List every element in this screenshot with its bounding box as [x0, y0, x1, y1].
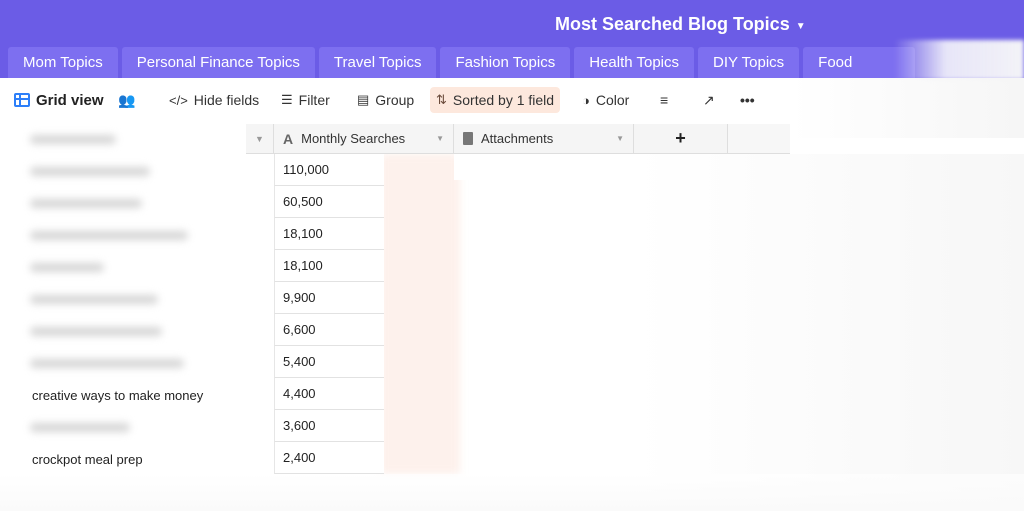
- topic-cell[interactable]: creative ways to make money: [24, 385, 212, 406]
- grid-view-label: Grid view: [36, 91, 104, 109]
- attachments-cell[interactable]: [454, 154, 634, 180]
- empty-grid-area: [634, 154, 1024, 511]
- blurred-region: [0, 474, 1024, 511]
- blurred-text: [30, 199, 142, 208]
- blurred-text: [30, 263, 104, 272]
- blurred-text: [30, 167, 150, 176]
- topic-cell[interactable]: crockpot meal prep: [24, 449, 151, 470]
- blurred-text: [30, 423, 130, 432]
- more-options-icon[interactable]: •••: [734, 87, 761, 113]
- filter-icon: ☰: [281, 92, 293, 107]
- column-header-topic[interactable]: ▼: [246, 124, 274, 154]
- tab-health-topics[interactable]: Health Topics: [574, 47, 695, 78]
- tab-diy-topics[interactable]: DIY Topics: [698, 47, 800, 78]
- row-height-icon[interactable]: ≡: [654, 87, 674, 113]
- chevron-down-icon: ▼: [436, 134, 444, 143]
- sort-icon: ⇅: [436, 92, 447, 107]
- add-field-button[interactable]: +: [634, 124, 728, 154]
- tab-fashion-topics[interactable]: Fashion Topics: [440, 47, 571, 78]
- base-title[interactable]: Most Searched Blog Topics ▼: [555, 14, 806, 35]
- monthly-searches-cell[interactable]: 18,100: [274, 250, 384, 282]
- filter-label: Filter: [298, 92, 330, 108]
- header-filler: [728, 124, 790, 154]
- attachment-icon: [463, 132, 473, 145]
- group-button[interactable]: ▤ Group: [351, 87, 420, 113]
- blurred-cells: [380, 154, 460, 474]
- hide-fields-label: Hide fields: [193, 92, 260, 108]
- chevron-down-icon: ▼: [616, 134, 624, 143]
- monthly-searches-cell[interactable]: 9,900: [274, 282, 384, 314]
- grid-view-button[interactable]: Grid view: [8, 87, 110, 113]
- tab-mom-topics[interactable]: Mom Topics: [8, 47, 118, 78]
- monthly-searches-cell[interactable]: 6,600: [274, 314, 384, 346]
- blurred-region: [894, 40, 1024, 80]
- column-header-attachments[interactable]: Attachments ▼: [454, 124, 634, 154]
- blurred-region: [790, 78, 1024, 138]
- column-header-monthly-searches[interactable]: A Monthly Searches ▼: [274, 124, 454, 154]
- paint-bucket-icon: ◑: [582, 92, 590, 108]
- chevron-down-icon: ▼: [795, 20, 806, 32]
- hide-fields-button[interactable]: </> Hide fields: [163, 87, 265, 113]
- base-title-text: Most Searched Blog Topics: [555, 14, 790, 34]
- monthly-searches-cell[interactable]: 18,100: [274, 218, 384, 250]
- collaborators-icon[interactable]: 👥: [112, 87, 141, 113]
- row-gutter: [246, 154, 274, 474]
- chevron-down-icon: ▼: [255, 133, 264, 144]
- monthly-searches-cell[interactable]: 3,600: [274, 410, 384, 442]
- color-label: Color: [595, 92, 630, 108]
- blurred-text: [30, 359, 184, 368]
- sort-button[interactable]: ⇅ Sorted by 1 field: [430, 87, 561, 113]
- blurred-text: [30, 327, 162, 336]
- app-window: Most Searched Blog Topics ▼ Mom Topics P…: [0, 0, 1024, 511]
- group-icon: ▤: [357, 92, 370, 107]
- sort-label: Sorted by 1 field: [452, 92, 555, 108]
- view-toolbar: Grid view 👥 </> Hide fields ☰ Filter ▤ G…: [0, 78, 860, 122]
- app-header: Most Searched Blog Topics ▼ Mom Topics P…: [0, 0, 1024, 80]
- table-tabs: Mom Topics Personal Finance Topics Trave…: [8, 47, 916, 78]
- column-label: Attachments: [481, 131, 554, 146]
- monthly-searches-cell[interactable]: 2,400: [274, 442, 384, 474]
- monthly-searches-cell[interactable]: 4,400: [274, 378, 384, 410]
- share-view-icon[interactable]: ↗: [697, 87, 721, 113]
- tab-travel-topics[interactable]: Travel Topics: [318, 47, 437, 78]
- text-field-icon: A: [283, 130, 294, 147]
- group-label: Group: [375, 92, 415, 108]
- blurred-text: [30, 135, 116, 144]
- eye-slash-icon: </>: [169, 92, 188, 108]
- grid-icon: [14, 93, 30, 107]
- blurred-text: [30, 231, 188, 240]
- tab-personal-finance-topics[interactable]: Personal Finance Topics: [121, 47, 315, 78]
- monthly-searches-cell[interactable]: 110,000: [274, 154, 384, 186]
- filter-button[interactable]: ☰ Filter: [275, 87, 336, 113]
- color-button[interactable]: ◑ Color: [576, 87, 635, 113]
- monthly-searches-cell[interactable]: 5,400: [274, 346, 384, 378]
- blurred-text: [30, 295, 158, 304]
- monthly-searches-cell[interactable]: 60,500: [274, 186, 384, 218]
- column-label: Monthly Searches: [301, 131, 406, 146]
